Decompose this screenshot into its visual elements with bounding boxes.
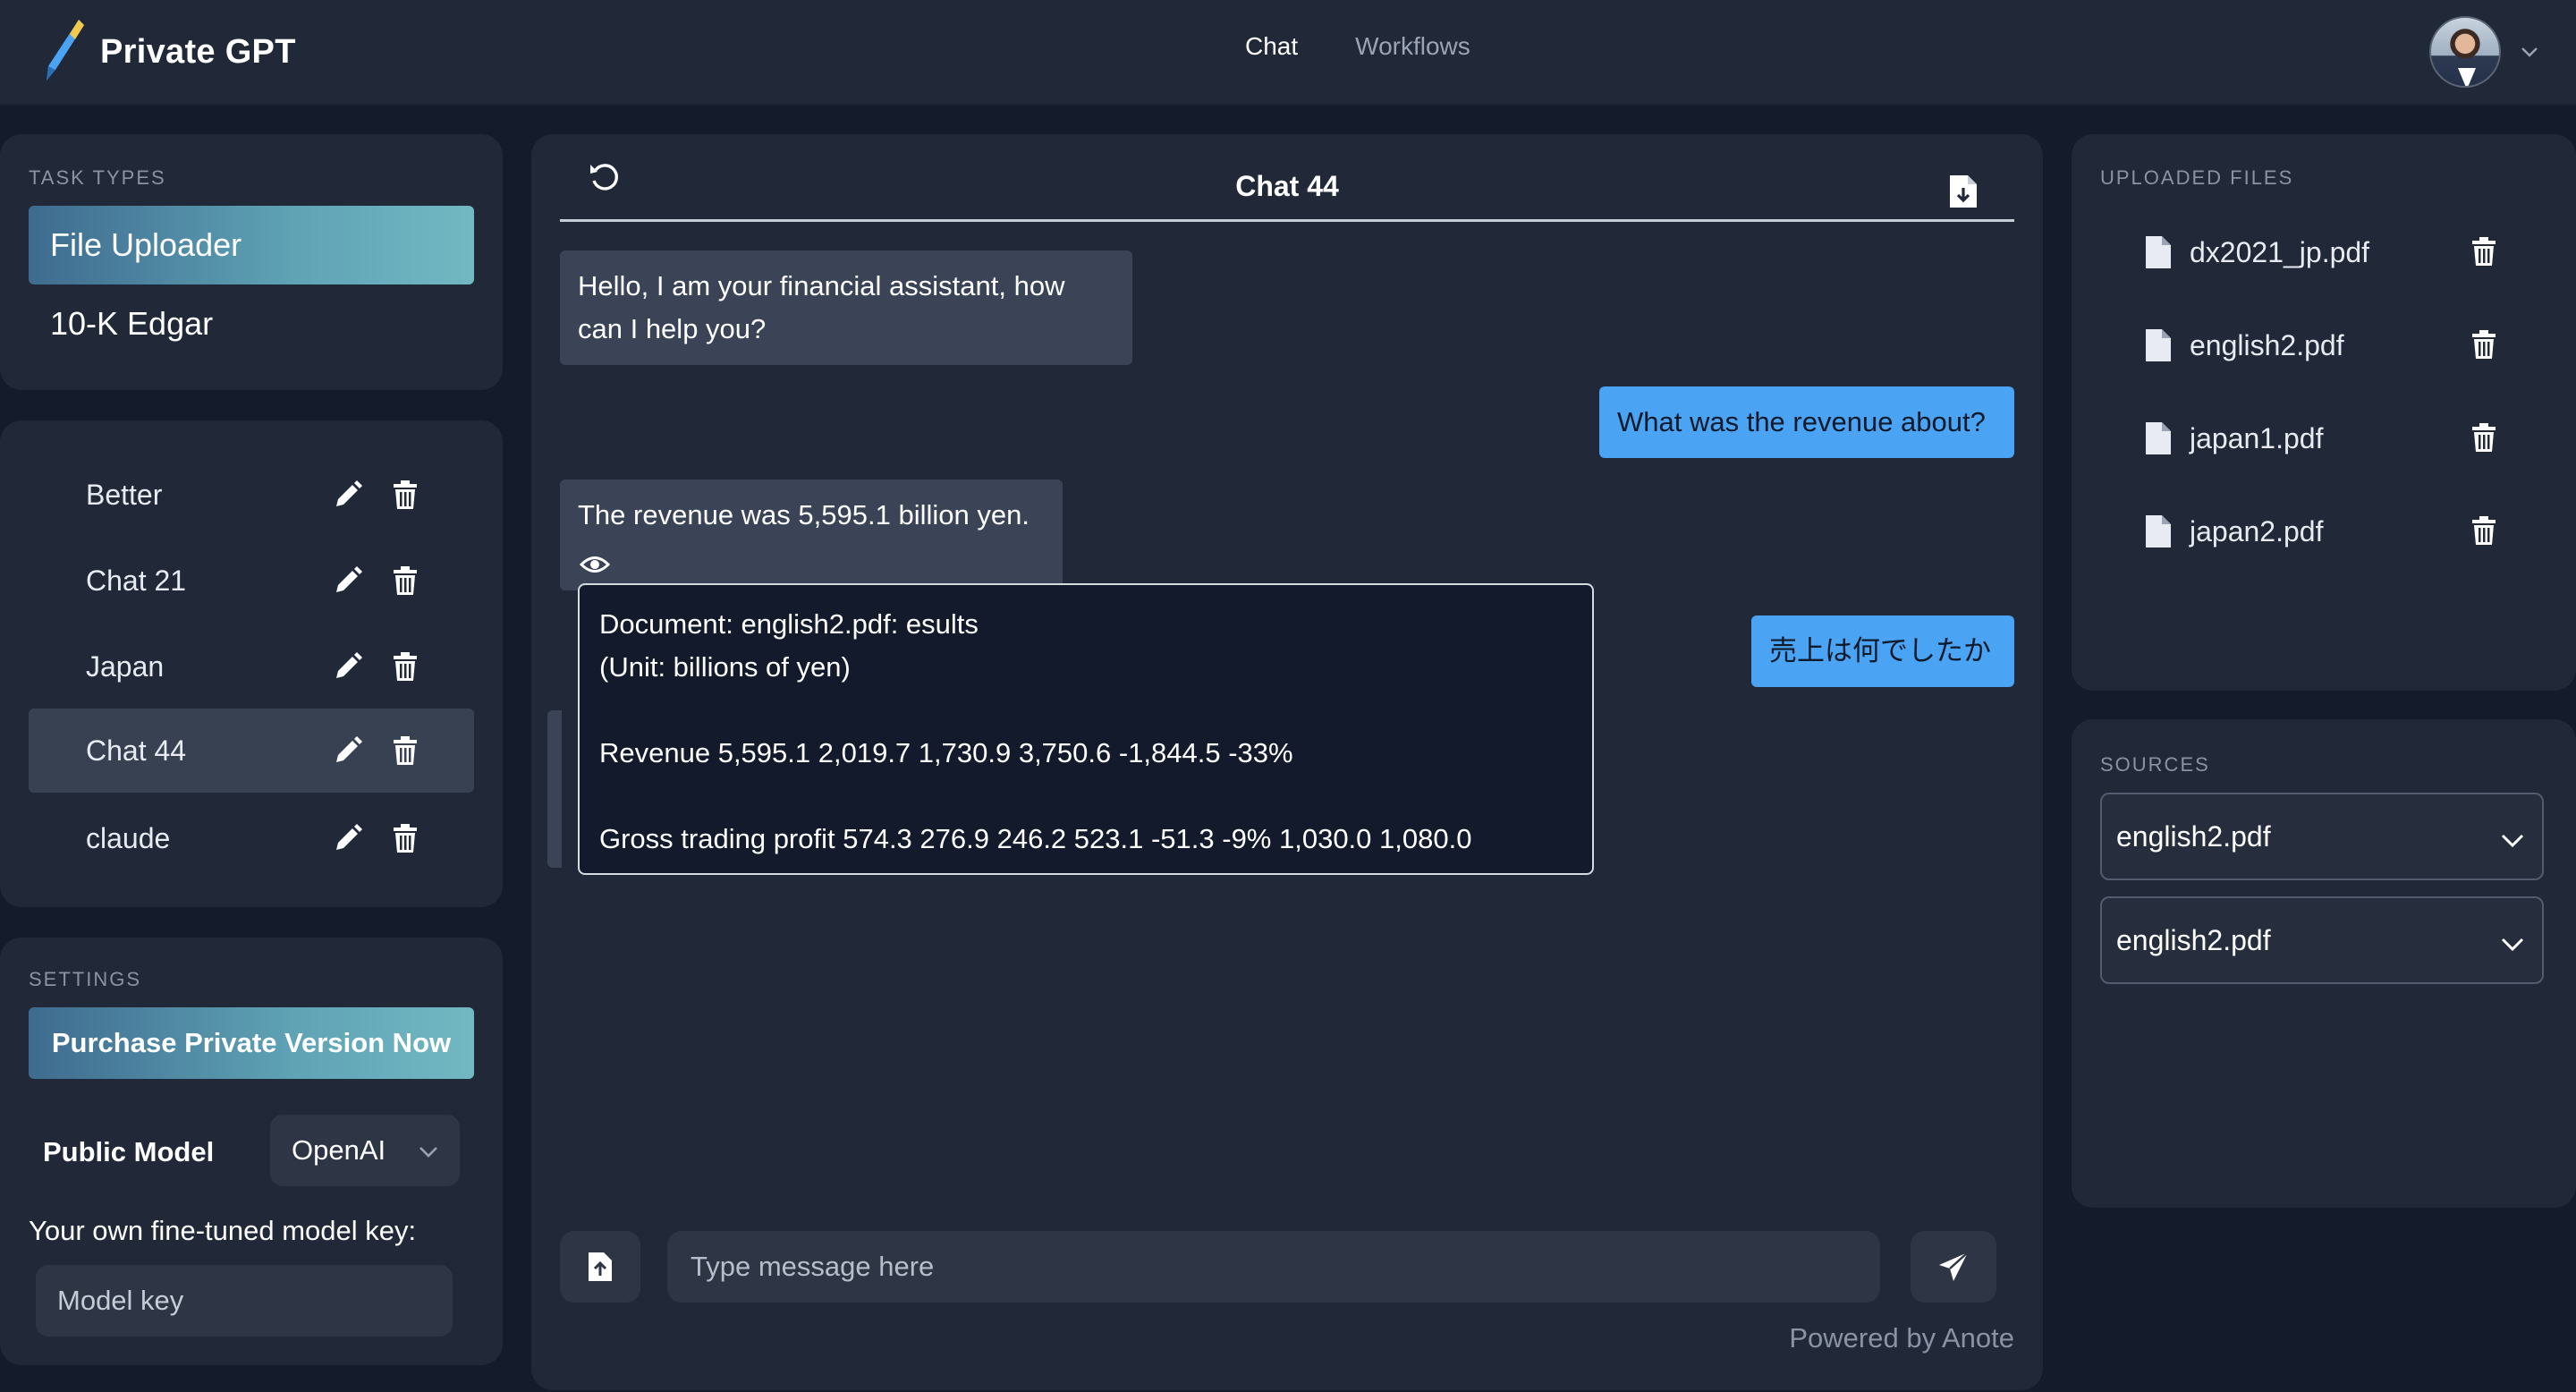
chevron-down-icon[interactable]	[2519, 41, 2540, 63]
trash-icon[interactable]	[390, 651, 420, 682]
source-doc-line: Document: english2.pdf: esults	[599, 608, 979, 640]
chat-item-label: claude	[86, 821, 171, 854]
settings-title: SETTINGS	[29, 968, 142, 990]
file-icon	[2146, 329, 2171, 361]
trash-icon[interactable]	[390, 735, 420, 766]
chat-item-better[interactable]: Better	[29, 453, 474, 537]
sources-panel: SOURCES english2.pdf english2.pdf	[2072, 719, 2576, 1208]
trash-icon[interactable]	[2469, 329, 2499, 360]
pencil-icon[interactable]	[333, 651, 363, 682]
chat-list-panel: Better Chat 21 Japan Chat 44 claude	[0, 420, 503, 907]
trash-icon[interactable]	[2469, 515, 2499, 546]
file-upload-icon	[589, 1252, 612, 1281]
source-select[interactable]: english2.pdf	[2100, 793, 2544, 880]
source-text-line: Gross trading profit 574.3 276.9 246.2 5…	[599, 823, 1472, 854]
user-message: 売上は何でしたか	[1751, 615, 2014, 687]
attach-file-button[interactable]	[560, 1231, 640, 1303]
uploaded-files-title: UPLOADED FILES	[2100, 166, 2294, 189]
chevron-down-icon	[2501, 834, 2524, 848]
purchase-button[interactable]: Purchase Private Version Now	[29, 1007, 474, 1079]
uploaded-files-panel: UPLOADED FILES dx2021_jp.pdf english2.pd…	[2072, 134, 2576, 691]
trash-icon[interactable]	[2469, 236, 2499, 267]
file-icon	[2146, 422, 2171, 454]
file-name: dx2021_jp.pdf	[2190, 235, 2370, 268]
powered-by: Powered by Anote	[1789, 1322, 2014, 1354]
chat-item-label: Better	[86, 478, 163, 511]
chat-item-label: Japan	[86, 649, 165, 683]
task-types-panel: TASK TYPES File Uploader 10-K Edgar	[0, 134, 503, 390]
chat-item-label: Chat 44	[86, 734, 187, 767]
file-icon	[2146, 515, 2171, 547]
file-icon	[2146, 236, 2171, 268]
file-name: japan2.pdf	[2190, 514, 2324, 547]
chat-item-label: Chat 21	[86, 564, 187, 597]
source-text-line: (Unit: billions of yen)	[599, 651, 851, 683]
model-key-input[interactable]: Model key	[36, 1265, 453, 1337]
file-item[interactable]: japan1.pdf	[2145, 412, 2538, 465]
chat-header: Chat 44	[560, 152, 2014, 222]
message-text: 売上は何でしたか	[1769, 635, 1991, 666]
message-text: The revenue was 5,595.1 billion yen.	[578, 499, 1030, 530]
file-name: english2.pdf	[2190, 328, 2344, 361]
source-select[interactable]: english2.pdf	[2100, 896, 2544, 984]
pencil-icon[interactable]	[333, 823, 363, 853]
trash-icon[interactable]	[390, 823, 420, 853]
finetune-label: Your own fine-tuned model key:	[29, 1215, 417, 1246]
bot-message: The revenue was 5,595.1 billion yen.	[560, 480, 1063, 590]
avatar[interactable]	[2429, 16, 2501, 88]
brand[interactable]: Private GPT	[39, 18, 296, 87]
user-message: What was the revenue about?	[1599, 386, 2014, 458]
eye-icon[interactable]	[580, 553, 610, 576]
task-10k-edgar[interactable]: 10-K Edgar	[29, 284, 474, 363]
app-name: Private GPT	[100, 32, 296, 71]
public-model-value: OpenAI	[292, 1134, 386, 1166]
send-icon	[1939, 1252, 1969, 1281]
chat-panel: Chat 44 Hello, I am your financial assis…	[531, 134, 2043, 1390]
message-text: can I help you?	[578, 313, 767, 344]
send-button[interactable]	[1911, 1231, 1996, 1303]
chat-item-claude[interactable]: claude	[29, 796, 474, 880]
sources-title: SOURCES	[2100, 753, 2210, 776]
source-select-value: english2.pdf	[2116, 819, 2271, 853]
source-select-value: english2.pdf	[2116, 923, 2271, 956]
pencil-icon[interactable]	[333, 565, 363, 596]
download-file-icon[interactable]	[1948, 174, 1979, 209]
trash-icon[interactable]	[390, 565, 420, 596]
file-name: japan1.pdf	[2190, 421, 2324, 454]
task-types-title: TASK TYPES	[29, 166, 166, 189]
message-text: What was the revenue about?	[1617, 406, 1986, 437]
logo-icon	[39, 18, 86, 87]
chevron-down-icon	[419, 1147, 437, 1158]
task-file-uploader[interactable]: File Uploader	[29, 206, 474, 284]
trash-icon[interactable]	[2469, 422, 2499, 453]
bot-message-partial	[547, 710, 562, 868]
user-menu[interactable]	[2429, 16, 2540, 88]
pencil-icon[interactable]	[333, 480, 363, 510]
file-item[interactable]: japan2.pdf	[2145, 505, 2538, 558]
source-text-line: Revenue 5,595.1 2,019.7 1,730.9 3,750.6 …	[599, 737, 1293, 768]
file-item[interactable]: english2.pdf	[2145, 318, 2538, 372]
nav-workflows[interactable]: Workflows	[1355, 32, 1470, 61]
main-nav: Chat Workflows	[1245, 32, 1470, 61]
message-input[interactable]: Type message here	[667, 1231, 1880, 1303]
public-model-label: Public Model	[43, 1136, 215, 1167]
chat-title: Chat 44	[1235, 170, 1339, 202]
top-bar: Private GPT Chat Workflows	[0, 0, 2576, 106]
chat-item-chat-21[interactable]: Chat 21	[29, 539, 474, 623]
trash-icon[interactable]	[390, 480, 420, 510]
chat-item-chat-44[interactable]: Chat 44	[29, 709, 474, 793]
nav-chat[interactable]: Chat	[1245, 32, 1298, 61]
file-item[interactable]: dx2021_jp.pdf	[2145, 225, 2538, 279]
chat-item-japan[interactable]: Japan	[29, 624, 474, 709]
settings-panel: SETTINGS Purchase Private Version Now Pu…	[0, 938, 503, 1365]
bot-message: Hello, I am your financial assistant, ho…	[560, 250, 1132, 365]
chevron-down-icon	[2501, 938, 2524, 952]
public-model-select[interactable]: OpenAI	[270, 1115, 460, 1186]
message-text: Hello, I am your financial assistant, ho…	[578, 270, 1065, 301]
pencil-icon[interactable]	[333, 735, 363, 766]
source-popup: Document: english2.pdf: esults (Unit: bi…	[578, 583, 1594, 875]
